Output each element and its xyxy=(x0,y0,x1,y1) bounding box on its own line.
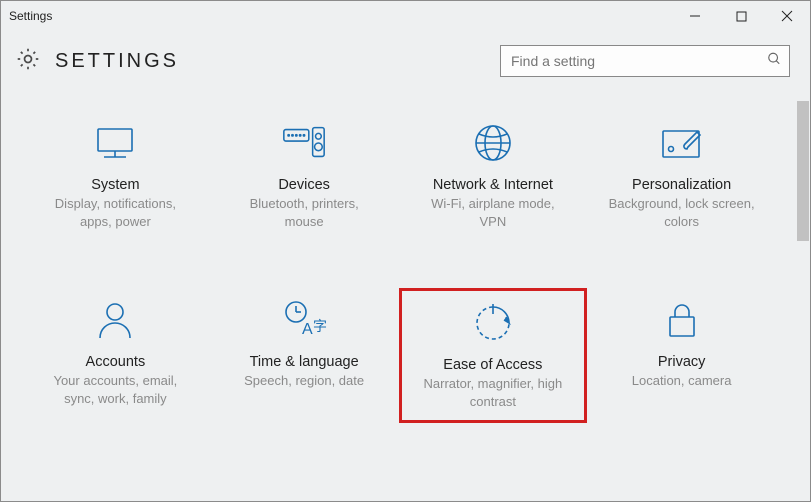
tile-privacy[interactable]: Privacy Location, camera xyxy=(587,288,776,423)
page-title: SETTINGS xyxy=(55,50,179,73)
tile-desc: Speech, region, date xyxy=(244,372,364,390)
minimize-button[interactable] xyxy=(672,1,718,31)
settings-window: Settings SETTINGS xyxy=(0,0,811,502)
tile-label: Accounts xyxy=(86,354,146,370)
header-left: SETTINGS xyxy=(15,46,179,77)
tile-accounts[interactable]: Accounts Your accounts, email, sync, wor… xyxy=(21,288,210,423)
tile-personalization[interactable]: Personalization Background, lock screen,… xyxy=(587,111,776,240)
titlebar: Settings xyxy=(1,1,810,31)
tile-label: System xyxy=(91,177,139,193)
tile-desc: Display, notifications, apps, power xyxy=(40,195,190,230)
window-title: Settings xyxy=(1,9,52,23)
globe-icon xyxy=(469,119,517,167)
search-box[interactable] xyxy=(500,45,790,77)
time-language-icon: A 字 xyxy=(280,296,328,344)
body: System Display, notifications, apps, pow… xyxy=(1,101,810,501)
svg-text:A: A xyxy=(302,321,313,338)
tile-system[interactable]: System Display, notifications, apps, pow… xyxy=(21,111,210,240)
tile-desc: Background, lock screen, colors xyxy=(607,195,757,230)
tile-desc: Your accounts, email, sync, work, family xyxy=(40,372,190,407)
person-icon xyxy=(91,296,139,344)
scrollbar-track[interactable] xyxy=(796,101,810,501)
tile-network[interactable]: Network & Internet Wi-Fi, airplane mode,… xyxy=(399,111,588,240)
tile-label: Privacy xyxy=(658,354,706,370)
paint-icon xyxy=(658,119,706,167)
display-icon xyxy=(91,119,139,167)
tile-label: Devices xyxy=(278,177,330,193)
svg-text:字: 字 xyxy=(313,318,327,334)
search-icon xyxy=(767,52,781,71)
tile-ease-of-access[interactable]: Ease of Access Narrator, magnifier, high… xyxy=(399,288,588,423)
search-input[interactable] xyxy=(501,46,789,76)
devices-icon xyxy=(280,119,328,167)
tile-label: Network & Internet xyxy=(433,177,553,193)
window-controls xyxy=(672,1,810,31)
lock-icon xyxy=(658,296,706,344)
tile-desc: Bluetooth, printers, mouse xyxy=(229,195,379,230)
tile-desc: Narrator, magnifier, high contrast xyxy=(418,375,568,410)
tile-time-language[interactable]: A 字 Time & language Speech, region, date xyxy=(210,288,399,423)
tile-label: Ease of Access xyxy=(443,357,542,373)
tiles-grid: System Display, notifications, apps, pow… xyxy=(11,101,786,423)
scrollbar-thumb[interactable] xyxy=(797,101,809,241)
header: SETTINGS xyxy=(1,31,810,101)
tile-devices[interactable]: Devices Bluetooth, printers, mouse xyxy=(210,111,399,240)
tile-label: Time & language xyxy=(250,354,359,370)
tile-desc: Location, camera xyxy=(632,372,732,390)
maximize-button[interactable] xyxy=(718,1,764,31)
tile-desc: Wi-Fi, airplane mode, VPN xyxy=(418,195,568,230)
ease-of-access-icon xyxy=(469,299,517,347)
gear-icon xyxy=(15,46,41,77)
scroll-area: System Display, notifications, apps, pow… xyxy=(1,101,796,501)
close-button[interactable] xyxy=(764,1,810,31)
tile-label: Personalization xyxy=(632,177,731,193)
